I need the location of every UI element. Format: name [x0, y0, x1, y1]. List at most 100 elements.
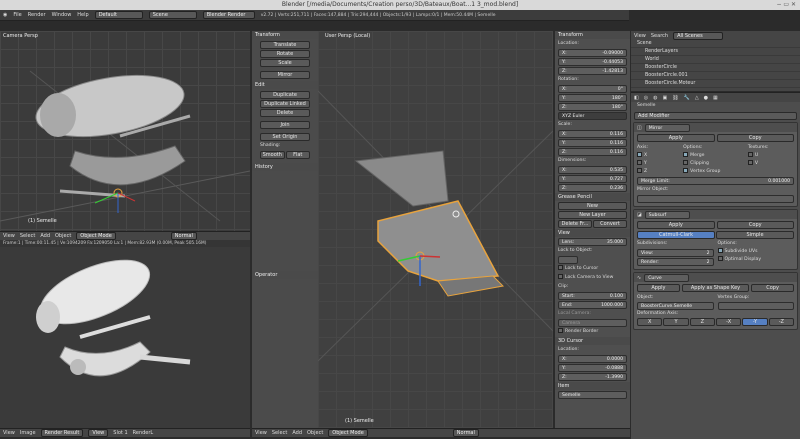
- add-modifier-button[interactable]: Add Modifier: [634, 112, 797, 120]
- location-z-field[interactable]: Z: -1.42813: [558, 67, 627, 75]
- rotation-z-field[interactable]: Z: 180°: [558, 103, 627, 111]
- grease-pencil-header[interactable]: Grease Pencil: [555, 193, 630, 201]
- operator-section-header[interactable]: Operator: [252, 271, 318, 279]
- mirror-v-checkbox[interactable]: V: [747, 160, 794, 168]
- window-controls[interactable]: − ▭ ✕: [776, 0, 796, 10]
- rotation-x-field[interactable]: X: 0°: [558, 85, 627, 93]
- curve-apply-shape-button[interactable]: Apply as Shape Key: [681, 284, 750, 292]
- deform-axis-neg-z[interactable]: -Z: [768, 318, 794, 326]
- constraints-tab-icon[interactable]: ⛓: [672, 95, 678, 101]
- deform-axis-neg-y[interactable]: -Y: [742, 318, 768, 326]
- dimension-y-field[interactable]: Y: 0.727: [558, 175, 627, 183]
- optimal-display-checkbox[interactable]: Optimal Display: [717, 256, 795, 264]
- menu-help[interactable]: Help: [77, 12, 88, 18]
- mode-selector[interactable]: Object Mode: [76, 232, 116, 240]
- deform-axis-z[interactable]: Z: [689, 318, 715, 326]
- clip-start-field[interactable]: Start: 0.100: [558, 292, 627, 300]
- slot-selector[interactable]: Slot 1: [113, 430, 127, 436]
- render-border-checkbox[interactable]: Render Border: [558, 328, 627, 336]
- local-camera-field[interactable]: Camera: [558, 319, 627, 327]
- gp-convert-button[interactable]: Convert: [593, 220, 627, 228]
- mirror-object-field[interactable]: [637, 195, 794, 203]
- mirror-axis-y-checkbox[interactable]: Y: [637, 160, 683, 168]
- outliner-item-scene[interactable]: Scene: [631, 40, 800, 48]
- transform-section-header[interactable]: Transform: [252, 31, 318, 39]
- history-section-header[interactable]: History: [252, 163, 318, 171]
- deform-axis-x[interactable]: X: [637, 318, 663, 326]
- flat-button[interactable]: Flat: [285, 151, 310, 159]
- view-section-header[interactable]: View: [555, 229, 630, 237]
- modifiers-tab-icon[interactable]: 🔧: [684, 95, 690, 101]
- render-result-selector[interactable]: Render Result: [40, 429, 84, 437]
- curve-vgroup-field[interactable]: [717, 302, 794, 310]
- deform-axis-neg-x[interactable]: -X: [715, 318, 742, 326]
- outliner-item-renderlayers[interactable]: RenderLayers: [631, 48, 800, 56]
- image-view-menu[interactable]: View: [3, 430, 15, 436]
- delete-button[interactable]: Delete: [260, 109, 310, 117]
- menu-file[interactable]: File: [13, 12, 21, 18]
- merge-limit-field[interactable]: Merge Limit: 0.001000: [637, 177, 794, 185]
- object-menu[interactable]: Object: [307, 430, 323, 436]
- view-menu[interactable]: View: [255, 430, 267, 436]
- item-section-header[interactable]: Item: [555, 382, 630, 390]
- gp-new-button[interactable]: New: [558, 202, 627, 210]
- mirror-copy-button[interactable]: Copy: [716, 134, 794, 142]
- lock-camera-checkbox[interactable]: Lock Camera to View: [558, 274, 627, 282]
- subsurf-copy-button[interactable]: Copy: [716, 221, 794, 229]
- lens-field[interactable]: Lens: 35.000: [558, 238, 627, 246]
- rotation-y-field[interactable]: Y: 180°: [558, 94, 627, 102]
- select-menu[interactable]: Select: [272, 430, 287, 436]
- main-3d-viewport[interactable]: User Persp (Local) (1) Semelle: [318, 31, 553, 428]
- curve-object-field[interactable]: BoosterCurve.Semelle: [637, 302, 714, 310]
- translate-button[interactable]: Translate: [260, 41, 310, 49]
- object-menu[interactable]: Object: [55, 233, 71, 239]
- deform-axis-y[interactable]: Y: [663, 318, 689, 326]
- outliner-item-boostercircle-001[interactable]: BoosterCircle.001: [631, 72, 800, 80]
- duplicate-button[interactable]: Duplicate: [260, 91, 310, 99]
- render-result-image[interactable]: [0, 247, 250, 428]
- camera-viewport[interactable]: Camera Persp (1) Semelle: [0, 31, 250, 231]
- scene-selector[interactable]: Scene: [148, 11, 197, 19]
- outliner-view-menu[interactable]: View: [634, 33, 646, 39]
- image-menu[interactable]: Image: [20, 430, 36, 436]
- cursor-z-field[interactable]: Z: -1.3990: [558, 373, 627, 381]
- smooth-button[interactable]: Smooth: [260, 151, 285, 159]
- mirror-clipping-checkbox[interactable]: Clipping: [683, 160, 748, 168]
- object-tab-icon[interactable]: ▣: [662, 95, 667, 101]
- curve-apply-button[interactable]: Apply: [637, 284, 680, 292]
- outliner-item-boostercircle-moteur[interactable]: BoosterCircle.Moteur: [631, 80, 800, 88]
- rotate-button[interactable]: Rotate: [260, 50, 310, 58]
- lock-object-field[interactable]: [558, 256, 578, 264]
- n-transform-header[interactable]: Transform: [555, 31, 630, 39]
- 3d-cursor-header[interactable]: 3D Cursor: [555, 337, 630, 345]
- scale-x-field[interactable]: X: 0.116: [558, 130, 627, 138]
- cursor-x-field[interactable]: X: 0.0000: [558, 355, 627, 363]
- pivot-selector[interactable]: Normal: [170, 232, 197, 240]
- dimension-x-field[interactable]: X: 0.535: [558, 166, 627, 174]
- lock-cursor-checkbox[interactable]: Lock to Cursor: [558, 265, 627, 273]
- select-menu[interactable]: Select: [20, 233, 35, 239]
- view-menu[interactable]: View: [3, 233, 15, 239]
- mirror-u-checkbox[interactable]: U: [747, 152, 794, 160]
- mirror-axis-z-checkbox[interactable]: Z: [637, 168, 683, 176]
- scale-y-field[interactable]: Y: 0.116: [558, 139, 627, 147]
- clip-end-field[interactable]: End: 1000.000: [558, 301, 627, 309]
- render-layer-selector[interactable]: RenderL: [133, 430, 154, 436]
- subsurf-render-field[interactable]: Render: 2: [637, 258, 714, 266]
- outliner-search-menu[interactable]: Search: [651, 33, 668, 39]
- scene-tab-icon[interactable]: ◎: [644, 95, 648, 101]
- subsurf-view-field[interactable]: View: 2: [637, 249, 714, 257]
- join-button[interactable]: Join: [260, 121, 310, 129]
- mirror-modifier-header[interactable]: ◫ Mirror: [634, 123, 797, 132]
- subsurf-name-field[interactable]: Subsurf: [644, 210, 690, 219]
- item-name-field[interactable]: Semelle: [558, 391, 627, 399]
- outliner-scope-selector[interactable]: All Scenes: [673, 31, 724, 40]
- add-menu[interactable]: Add: [40, 233, 50, 239]
- layout-selector[interactable]: Default: [94, 11, 143, 19]
- subdivide-uvs-checkbox[interactable]: Subdivide UVs: [717, 248, 795, 256]
- curve-modifier-header[interactable]: ∿ Curve: [634, 273, 797, 282]
- cursor-y-field[interactable]: Y: -0.0888: [558, 364, 627, 372]
- texture-tab-icon[interactable]: ▦: [713, 95, 718, 101]
- mirror-button[interactable]: Mirror: [260, 71, 310, 79]
- dimension-z-field[interactable]: Z: 0.236: [558, 184, 627, 192]
